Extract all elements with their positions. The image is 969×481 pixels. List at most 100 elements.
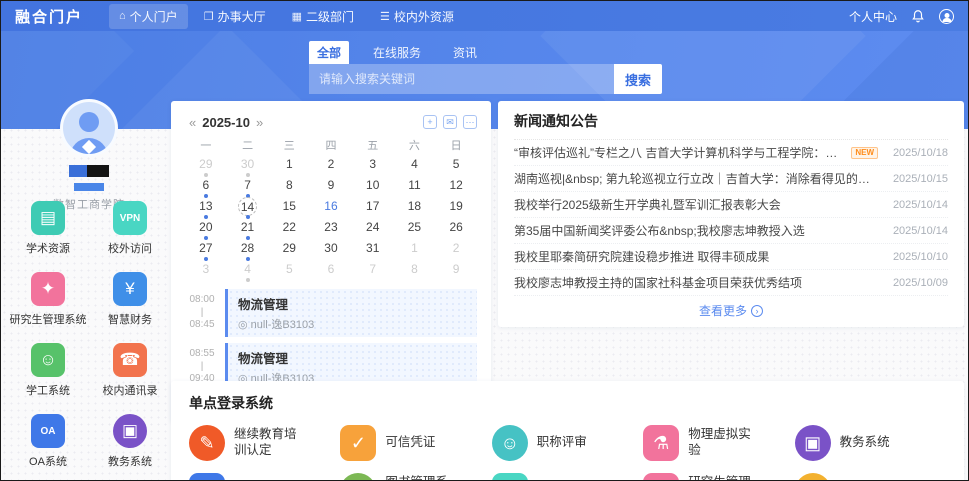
calendar-day[interactable]: 31 <box>352 239 394 260</box>
sso-app-item[interactable]: OAOA系统 <box>189 473 340 481</box>
view-more-link[interactable]: 查看更多 › <box>514 296 948 321</box>
sso-app-item[interactable]: VPN校外访问 <box>492 473 643 481</box>
calendar-day[interactable]: 1 <box>268 155 310 176</box>
calendar-day[interactable]: 10 <box>352 176 394 197</box>
event-title: 物流管理 <box>238 294 467 313</box>
calendar-day[interactable]: 9 <box>310 176 352 197</box>
calendar-day[interactable]: 3 <box>185 260 227 281</box>
search-scope-tab[interactable]: 全部 <box>309 41 349 64</box>
calendar-day[interactable]: 24 <box>352 218 394 239</box>
message-icon[interactable]: ✉ <box>443 115 457 129</box>
personal-center-link[interactable]: 个人中心 <box>849 8 897 25</box>
nav-tab[interactable]: ❒办事大厅 <box>194 4 276 29</box>
news-item[interactable]: 第35届中国新闻奖评委公布&nbsp;我校廖志坤教授入选2025/10/14 <box>514 218 948 244</box>
sidebar-app-item[interactable]: ☺学工系统 <box>7 343 89 398</box>
news-item[interactable]: “审核评估巡礼”专栏之八 吉首大学计算机科学与工程学院：高素质人才培养的探索与实… <box>514 140 948 166</box>
search-input[interactable] <box>309 64 614 94</box>
search-scope-tab[interactable]: 在线服务 <box>365 41 429 64</box>
nav-tab[interactable]: ⌂个人门户 <box>109 4 188 29</box>
calendar-day[interactable]: 30 <box>227 155 269 176</box>
calendar-day[interactable]: 15 <box>268 197 310 218</box>
calendar-day[interactable]: 25 <box>394 218 436 239</box>
calendar-day[interactable]: 2 <box>310 155 352 176</box>
news-item[interactable]: 我校举行2025级新生开学典礼暨军训汇报表彰大会2025/10/14 <box>514 192 948 218</box>
calendar-day[interactable]: 28 <box>227 239 269 260</box>
calendar-day[interactable]: 7 <box>352 260 394 281</box>
brand-logo[interactable]: 融合门户 <box>15 6 83 27</box>
news-item-date: 2025/10/18 <box>884 147 948 159</box>
calendar-day[interactable]: 11 <box>394 176 436 197</box>
schedule-event[interactable]: 08:00|08:45物流管理◎null-逸B3103 <box>185 289 477 337</box>
sso-app-item[interactable]: ⚗物理虚拟实验 <box>643 425 794 461</box>
sso-app-item[interactable]: ✎继续教育培训认定 <box>189 425 340 461</box>
sidebar-app-item[interactable]: ▤学术资源 <box>7 201 89 256</box>
search-scope-tab[interactable]: 资讯 <box>445 41 485 64</box>
calendar-day[interactable]: 1 <box>394 239 436 260</box>
calendar-day[interactable]: 17 <box>352 197 394 218</box>
calendar-day[interactable]: 29 <box>185 155 227 176</box>
calendar-day[interactable]: 6 <box>185 176 227 197</box>
sidebar-app-item[interactable]: ☎校内通讯录 <box>89 343 171 398</box>
news-panel-title: 新闻通知公告 <box>514 111 948 140</box>
calendar-day[interactable]: 21 <box>227 218 269 239</box>
prev-month-button[interactable]: « <box>185 115 200 130</box>
sso-app-item[interactable]: ☺职称评审 <box>492 425 643 461</box>
calendar-day[interactable]: 23 <box>310 218 352 239</box>
avatar[interactable] <box>60 99 118 157</box>
calendar-day[interactable]: 19 <box>435 197 477 218</box>
sidebar-app-item[interactable]: VPN校外访问 <box>89 201 171 256</box>
next-month-button[interactable]: » <box>252 115 267 130</box>
calendar-day[interactable]: 14 <box>227 197 269 218</box>
sidebar-app-item[interactable]: OAOA系统 <box>7 414 89 469</box>
weekday-label: 四 <box>310 137 352 155</box>
news-item-date: 2025/10/14 <box>884 199 948 211</box>
grid-icon: ▦ <box>292 10 302 23</box>
app-icon: ☺ <box>31 343 65 377</box>
calendar-day[interactable]: 3 <box>352 155 394 176</box>
calendar-day[interactable]: 16 <box>310 197 352 218</box>
news-item[interactable]: 湖南巡视|&nbsp; 第九轮巡视立行立改｜吉首大学：消除看得见的安全隐患，筑牢… <box>514 166 948 192</box>
calendar-day[interactable]: 5 <box>435 155 477 176</box>
sidebar-app-item[interactable]: ▣教务系统 <box>89 414 171 469</box>
nav-tab[interactable]: ▦二级部门 <box>282 4 364 29</box>
add-schedule-icon[interactable]: + <box>423 115 437 129</box>
sso-app-item[interactable]: ✦研究生管理系统 <box>643 473 794 481</box>
calendar-day[interactable]: 4 <box>227 260 269 281</box>
calendar-day[interactable]: 26 <box>435 218 477 239</box>
calendar-day[interactable]: 4 <box>394 155 436 176</box>
calendar-grid: 2930123456789101112131415161718192021222… <box>185 155 477 281</box>
app-icon: ⚗ <box>643 425 679 461</box>
calendar-week-row: 293012345 <box>185 155 477 176</box>
calendar-day[interactable]: 9 <box>435 260 477 281</box>
calendar-day[interactable]: 27 <box>185 239 227 260</box>
sidebar-app-item[interactable]: ¥智慧财务 <box>89 272 171 327</box>
calendar-day[interactable]: 13 <box>185 197 227 218</box>
calendar-day[interactable]: 29 <box>268 239 310 260</box>
calendar-day[interactable]: 12 <box>435 176 477 197</box>
calendar-day[interactable]: 18 <box>394 197 436 218</box>
calendar-day[interactable]: 5 <box>268 260 310 281</box>
news-item[interactable]: 我校里耶秦简研究院建设稳步推进 取得丰硕成果2025/10/10 <box>514 244 948 270</box>
weekday-label: 五 <box>352 137 394 155</box>
calendar-day[interactable]: 2 <box>435 239 477 260</box>
calendar-day[interactable]: 30 <box>310 239 352 260</box>
sso-app-item[interactable]: ▣教务系统 <box>795 425 946 461</box>
nav-tab[interactable]: ☰校内外资源 <box>370 4 464 29</box>
sso-app-item[interactable]: ▤图书管理系统 <box>340 473 491 481</box>
more-apps-icon[interactable]: ⋯ <box>463 115 477 129</box>
calendar-day[interactable]: 8 <box>394 260 436 281</box>
calendar-day[interactable]: 7 <box>227 176 269 197</box>
calendar-day[interactable]: 20 <box>185 218 227 239</box>
sso-app-item[interactable]: ★智慧党建 <box>795 473 946 481</box>
view-more-label: 查看更多 <box>699 302 747 319</box>
search-button[interactable]: 搜索 <box>614 64 662 94</box>
account-icon[interactable] <box>939 9 954 24</box>
bell-icon[interactable] <box>911 9 925 23</box>
calendar-day[interactable]: 8 <box>268 176 310 197</box>
day-number: 7 <box>363 260 382 279</box>
news-item[interactable]: 我校廖志坤教授主持的国家社科基金项目荣获优秀结项2025/10/09 <box>514 270 948 296</box>
sidebar-app-item[interactable]: ✦研究生管理系统 <box>7 272 89 327</box>
calendar-day[interactable]: 22 <box>268 218 310 239</box>
sso-app-item[interactable]: ✓可信凭证 <box>340 425 491 461</box>
calendar-day[interactable]: 6 <box>310 260 352 281</box>
